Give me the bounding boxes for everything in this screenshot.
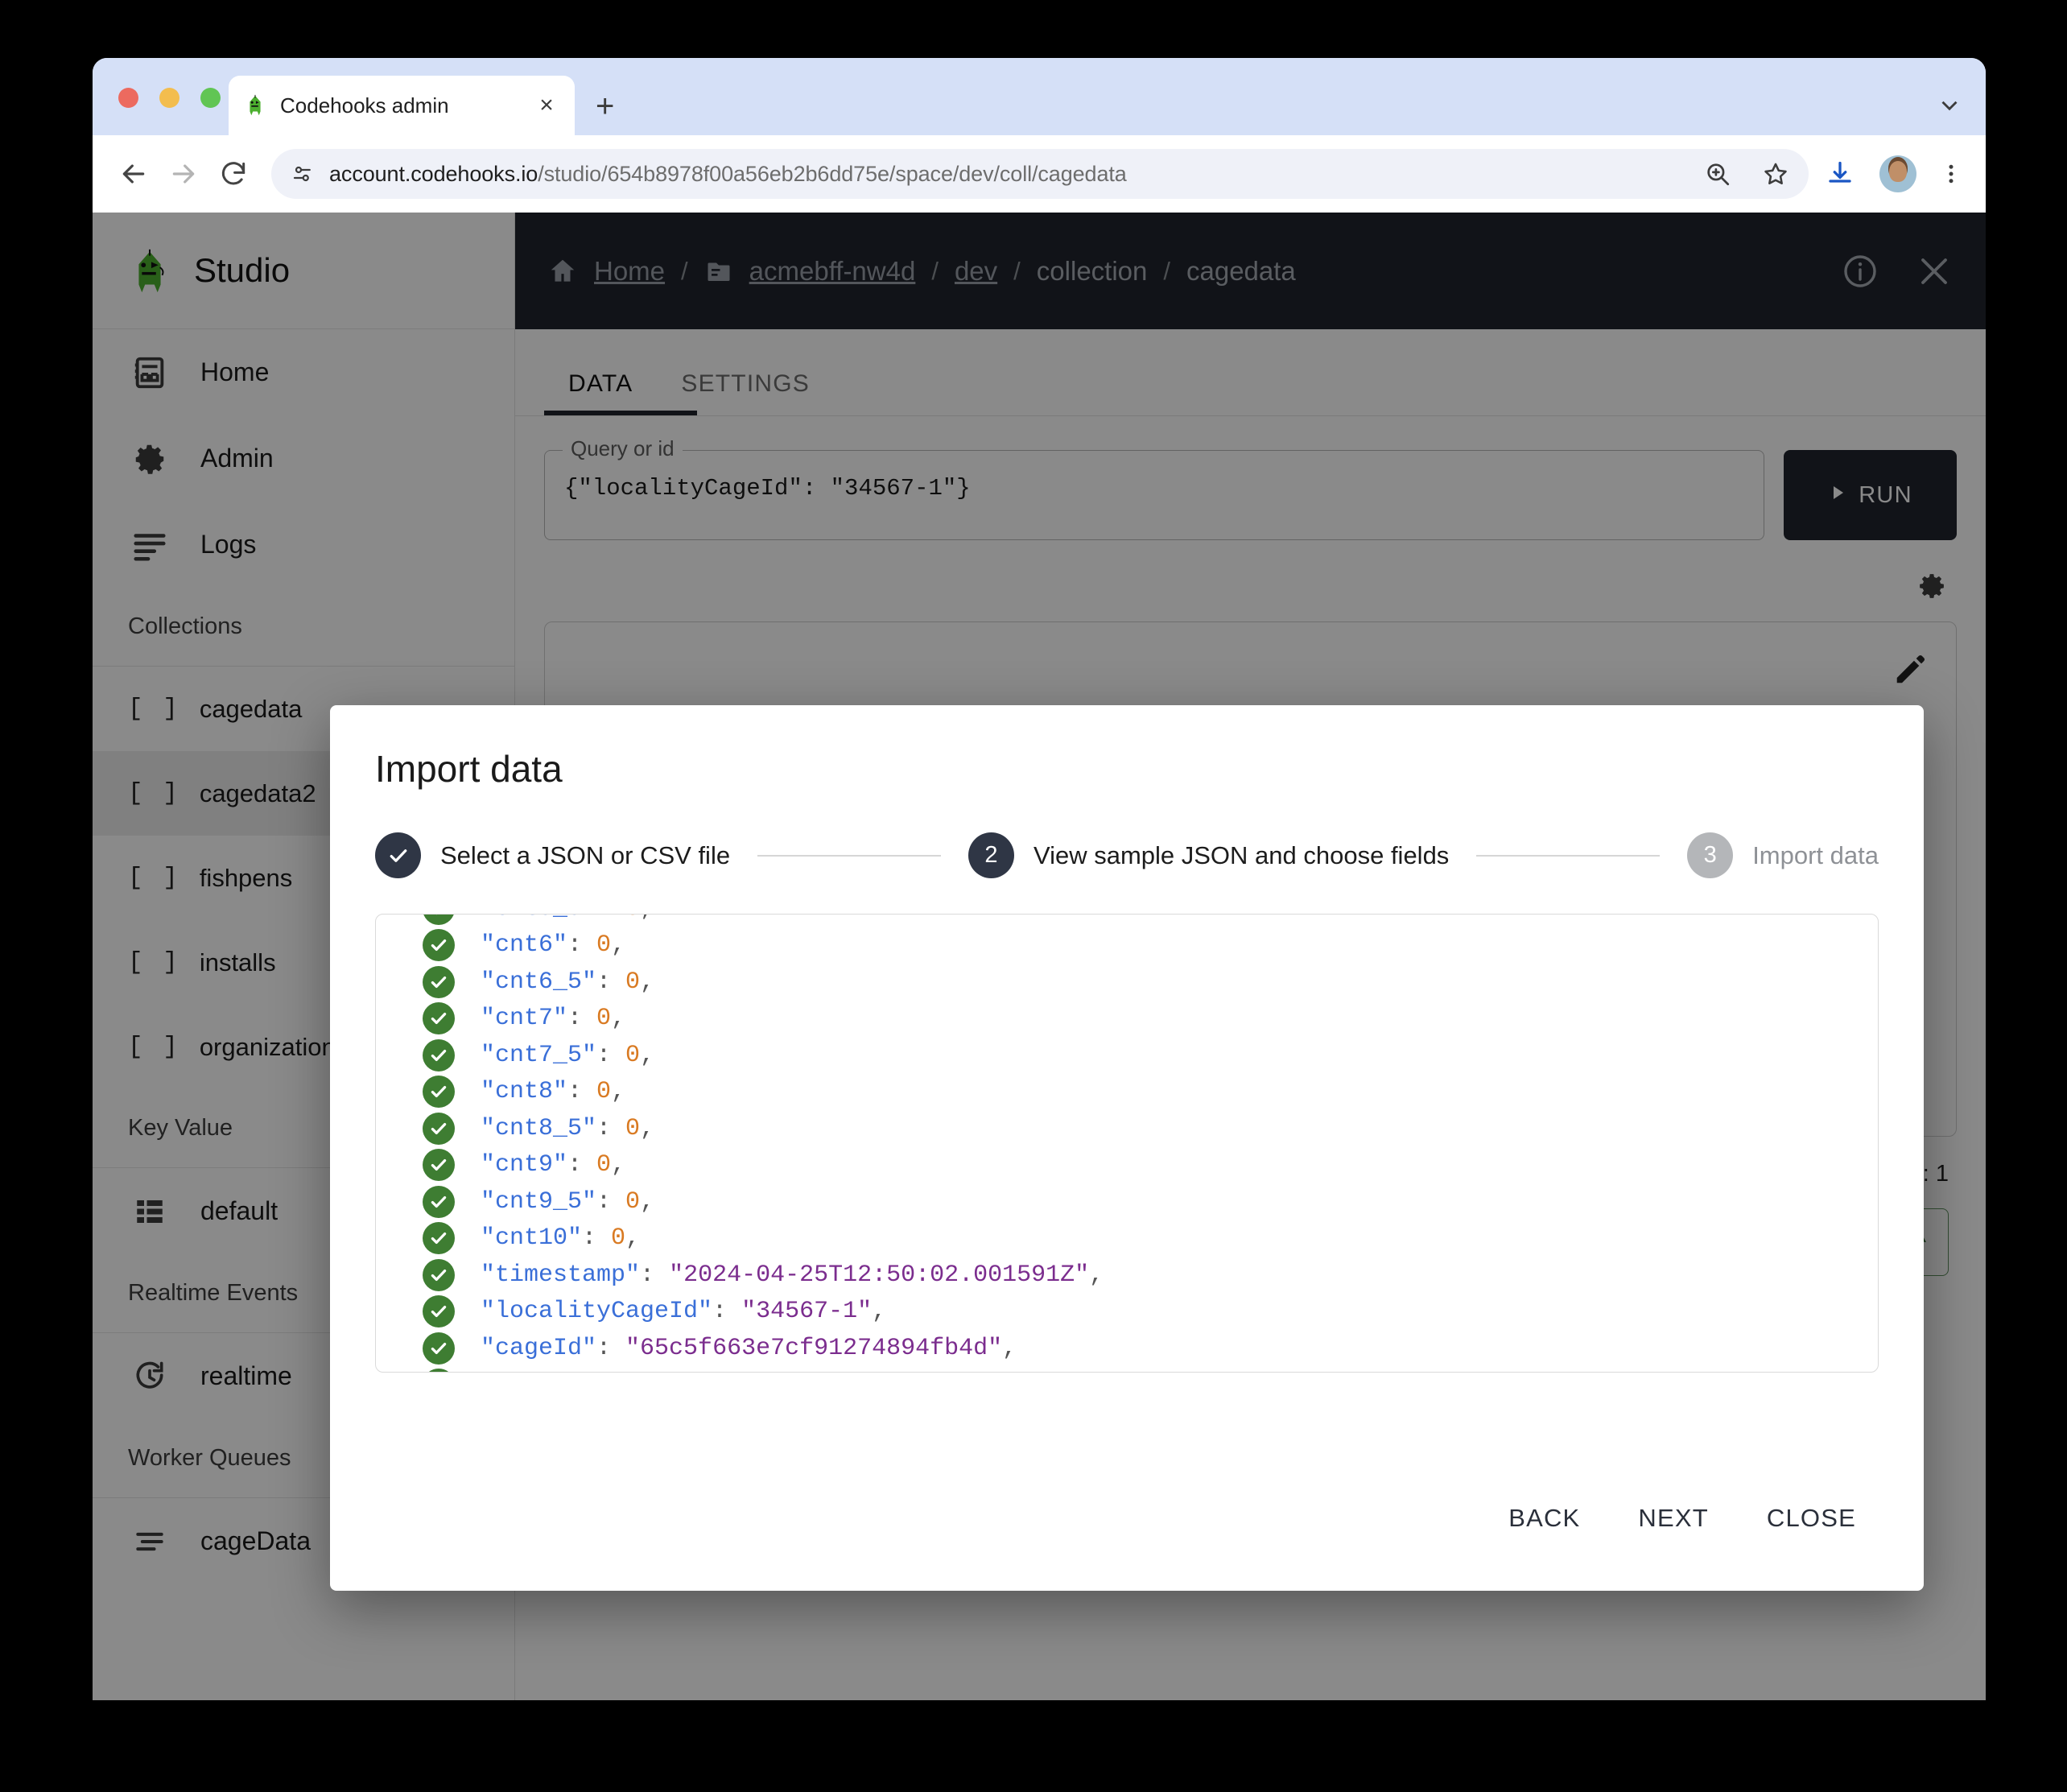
field-checked-icon[interactable] xyxy=(423,1295,455,1328)
field-checked-icon[interactable] xyxy=(423,1076,455,1109)
step-label: View sample JSON and choose fields xyxy=(1033,840,1450,869)
next-button[interactable]: NEXT xyxy=(1615,1489,1731,1547)
forward-nav-button[interactable] xyxy=(159,149,208,199)
step-number: 3 xyxy=(1687,832,1734,878)
field-row[interactable]: "cnt9_5": 0, xyxy=(400,1183,1854,1220)
field-row[interactable]: "cnt9": 0, xyxy=(400,1147,1854,1184)
omnibox-actions xyxy=(1699,149,1794,199)
downloads-icon[interactable] xyxy=(1822,155,1859,192)
browser-menu-icon[interactable] xyxy=(1933,155,1970,192)
field-checked-icon[interactable] xyxy=(423,915,455,925)
step-connector xyxy=(1476,854,1661,857)
close-button[interactable]: CLOSE xyxy=(1744,1489,1879,1547)
field-json-text: "cnt8": 0, xyxy=(481,1078,626,1106)
url-text: account.codehooks.io/studio/654b8978f00a… xyxy=(329,161,1127,186)
profile-avatar[interactable] xyxy=(1879,155,1916,192)
address-bar[interactable]: account.codehooks.io/studio/654b8978f00a… xyxy=(271,149,1809,199)
close-window-button[interactable] xyxy=(118,88,138,108)
field-row[interactable]: "cnt8_5": 0, xyxy=(400,1110,1854,1147)
field-checked-icon[interactable] xyxy=(423,1002,455,1035)
step-connector xyxy=(757,854,941,857)
field-json-text: "cnt10": 0, xyxy=(481,1224,641,1253)
reload-button[interactable] xyxy=(208,149,258,199)
window-traffic-lights xyxy=(118,88,221,108)
field-json-text: "cnt9": 0, xyxy=(481,1151,626,1179)
minimize-window-button[interactable] xyxy=(159,88,179,108)
codehooks-mascot-icon xyxy=(243,93,267,118)
site-settings-icon[interactable] xyxy=(289,160,316,188)
step-3[interactable]: 3 Import data xyxy=(1687,832,1879,878)
tab-list-chevron-icon[interactable] xyxy=(1936,92,1963,123)
field-json-text: "cnt7_5": 0, xyxy=(481,1041,655,1069)
field-row[interactable]: "cnt8": 0, xyxy=(400,1074,1854,1111)
studio-app: Studio Home Admin Logs Collections [] c… xyxy=(93,213,1986,1700)
field-json-text: "cageId": "65c5f663e7cf91274894fb4d", xyxy=(481,1334,1017,1362)
field-json-text: "timestamp": "2024-04-25T12:50:02.001591… xyxy=(481,1261,1104,1289)
browser-tabstrip: Codehooks admin × + xyxy=(93,58,1986,135)
field-json-text: "cnt6_5": 0, xyxy=(481,968,655,996)
field-row[interactable]: "cnt5_5": 0, xyxy=(400,915,1854,927)
field-json-text: "cnt6": 0, xyxy=(481,931,626,960)
browser-toolbar: account.codehooks.io/studio/654b8978f00a… xyxy=(93,135,1986,213)
field-checked-icon[interactable] xyxy=(423,1149,455,1182)
field-checked-icon[interactable] xyxy=(423,965,455,998)
field-checked-icon[interactable] xyxy=(423,1038,455,1071)
field-row[interactable]: "localityCageId": "34567-1", xyxy=(400,1294,1854,1331)
bookmark-star-icon[interactable] xyxy=(1757,155,1794,192)
tab-close-icon[interactable]: × xyxy=(533,93,560,118)
field-json-text: "cnt9_5": 0, xyxy=(481,1187,655,1216)
field-checked-icon[interactable] xyxy=(423,1185,455,1218)
step-number: 2 xyxy=(967,832,1014,878)
field-row[interactable]: "cnt7_5": 0, xyxy=(400,1037,1854,1074)
zoom-icon[interactable] xyxy=(1699,155,1736,192)
field-row[interactable]: "cnt6": 0, xyxy=(400,927,1854,964)
field-json-text: "eventId": "fish_demo[999]@500", xyxy=(481,1371,944,1372)
step-check-icon xyxy=(375,832,421,878)
field-row[interactable]: "cnt10": 0, xyxy=(400,1220,1854,1257)
field-row[interactable]: "timestamp": "2024-04-25T12:50:02.001591… xyxy=(400,1257,1854,1294)
field-row[interactable]: "cageId": "65c5f663e7cf91274894fb4d", xyxy=(400,1330,1854,1367)
field-checked-icon[interactable] xyxy=(423,1332,455,1365)
field-json-text: "cnt5_5": 0, xyxy=(481,915,654,923)
back-button[interactable]: BACK xyxy=(1486,1489,1603,1547)
field-json-text: "cnt8_5": 0, xyxy=(481,1114,655,1142)
field-row[interactable]: "cnt7": 0, xyxy=(400,1001,1854,1038)
back-nav-button[interactable] xyxy=(109,149,159,199)
field-row[interactable]: "cnt6_5": 0, xyxy=(400,964,1854,1001)
step-label: Select a JSON or CSV file xyxy=(440,840,731,869)
step-2[interactable]: 2 View sample JSON and choose fields xyxy=(967,832,1450,878)
sample-json-field-list[interactable]: "cnt5_5": 0, "cnt6": 0, "cnt6_5": 0, "cnt7"… xyxy=(375,914,1879,1373)
browser-tab[interactable]: Codehooks admin × xyxy=(229,76,575,135)
field-row[interactable]: "eventId": "fish_demo[999]@500", xyxy=(400,1367,1854,1372)
field-checked-icon[interactable] xyxy=(423,1112,455,1145)
field-checked-icon[interactable] xyxy=(423,1222,455,1255)
field-checked-icon[interactable] xyxy=(423,1258,455,1291)
dialog-title: Import data xyxy=(375,748,563,790)
new-tab-button[interactable]: + xyxy=(596,90,614,122)
import-data-dialog: Import data Select a JSON or CSV file 2 … xyxy=(330,705,1924,1591)
step-1[interactable]: Select a JSON or CSV file xyxy=(375,832,730,878)
dialog-actions: BACK NEXT CLOSE xyxy=(1486,1489,1879,1547)
field-checked-icon[interactable] xyxy=(423,929,455,962)
tab-title: Codehooks admin xyxy=(280,93,449,118)
browser-window: Codehooks admin × + account.codehooks.io… xyxy=(93,58,1986,1700)
field-json-text: "localityCageId": "34567-1", xyxy=(481,1298,887,1326)
step-label: Import data xyxy=(1752,840,1879,869)
import-stepper: Select a JSON or CSV file 2 View sample … xyxy=(375,832,1879,878)
field-json-text: "cnt7": 0, xyxy=(481,1005,626,1033)
maximize-window-button[interactable] xyxy=(200,88,221,108)
field-unchecked-icon[interactable] xyxy=(423,1369,455,1372)
field-list: "cnt5_5": 0, "cnt6": 0, "cnt6_5": 0, "cnt7"… xyxy=(376,915,1878,1372)
